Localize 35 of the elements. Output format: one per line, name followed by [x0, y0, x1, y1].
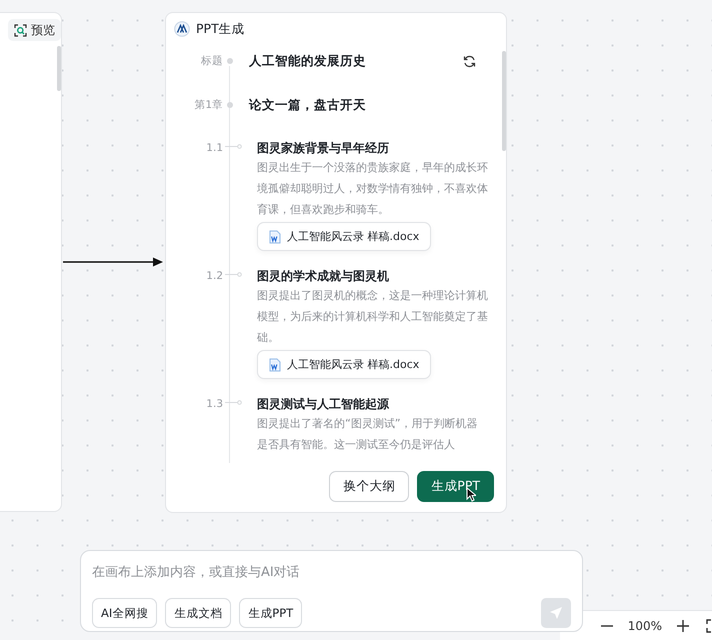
- file-name: 人工智能风云录 样稿.docx: [287, 357, 420, 372]
- change-outline-button[interactable]: 换个大纲: [329, 471, 410, 502]
- section-number: 1.2: [205, 269, 223, 282]
- word-document-icon: [269, 358, 281, 372]
- preview-tab[interactable]: 预览: [8, 19, 61, 41]
- scan-search-icon: [14, 24, 27, 36]
- action-button[interactable]: 生成PPT: [239, 598, 302, 628]
- chapter-label: 第1章: [193, 98, 223, 112]
- card-title: PPT生成: [196, 20, 245, 38]
- section-description: 图灵提出了图灵机的概念，这是一种理论计算机模型，为后来的计算机科学和人工智能奠定了基础。: [257, 288, 488, 346]
- attachment-chip[interactable]: 人工智能风云录 样稿.docx: [257, 350, 432, 379]
- action-button[interactable]: 生成文档: [165, 598, 232, 628]
- section-description: 图灵出生于一个没落的贵族家庭，早年的成长环境孤僻却聪明过人，对数学情有独钟，不喜欢体育课，但喜欢跑步和骑车。: [257, 160, 488, 218]
- word-document-icon: [269, 230, 281, 244]
- zoom-level: 100%: [628, 619, 662, 633]
- outline-title: 人工智能的发展历史: [249, 52, 366, 70]
- chat-input[interactable]: 在画布上添加内容，或直接与AI对话: [92, 565, 571, 580]
- section-title: 图灵的学术成就与图灵机: [257, 268, 390, 285]
- generate-button[interactable]: 生成PPT: [417, 471, 494, 502]
- chapter-title: 论文一篇，盘古开天: [249, 96, 366, 114]
- attachment-chip[interactable]: 人工智能风云录 样稿.docx: [257, 222, 432, 251]
- logo-icon: [174, 21, 190, 37]
- refresh-icon[interactable]: [463, 54, 476, 68]
- timeline-dot: [227, 58, 233, 64]
- section-title: 图灵家族背景与早年经历: [257, 140, 390, 157]
- outline-label: 标题: [200, 54, 223, 68]
- send-icon: [549, 606, 563, 620]
- section-description: 图灵提出了著名的“图灵测试”，用于判断机器是否具有智能。这一测试至今仍是评估人: [257, 416, 479, 453]
- section-number: 1.3: [205, 397, 223, 410]
- file-name: 人工智能风云录 样稿.docx: [287, 229, 420, 244]
- zoom-in-icon[interactable]: [676, 619, 690, 633]
- action-button[interactable]: AI全网搜: [92, 598, 158, 628]
- fit-screen-icon[interactable]: [704, 619, 712, 633]
- section-number: 1.1: [205, 141, 223, 154]
- section-title: 图灵测试与人工智能起源: [257, 396, 390, 413]
